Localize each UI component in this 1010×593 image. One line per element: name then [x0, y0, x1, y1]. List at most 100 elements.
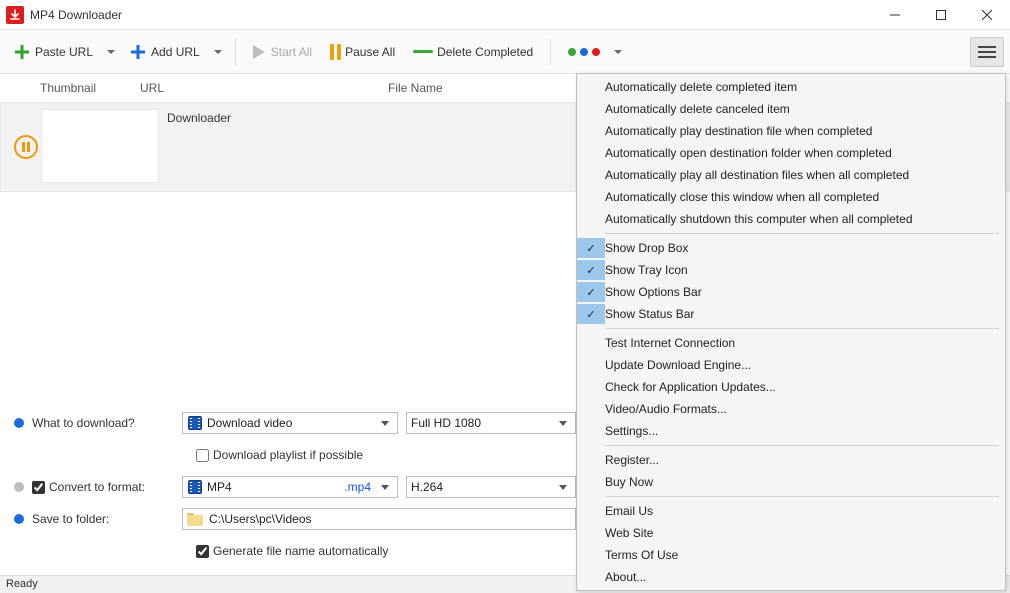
menu-item-label: Automatically open destination folder wh…: [605, 146, 892, 160]
bullet-icon: [14, 418, 24, 428]
save-path: C:\Users\pc\Videos: [209, 512, 312, 526]
menu-item-label: Show Tray Icon: [605, 263, 688, 277]
menu-item-label: Web Site: [605, 526, 653, 540]
menu-item[interactable]: Automatically open destination folder wh…: [577, 142, 1005, 164]
menu-item[interactable]: ✓ Show Drop Box: [577, 237, 1005, 259]
convert-label: Convert to format:: [49, 480, 145, 494]
quality-value: Full HD 1080: [411, 416, 555, 430]
paste-url-dropdown[interactable]: [104, 50, 118, 54]
quality-select[interactable]: Full HD 1080: [406, 412, 576, 434]
codec-select[interactable]: H.264: [406, 476, 576, 498]
menu-separator: [605, 496, 999, 497]
playlist-checkbox-input[interactable]: [196, 449, 209, 462]
check-icon: ✓: [586, 264, 595, 277]
menu-item-label: Test Internet Connection: [605, 336, 735, 350]
start-all-button[interactable]: Start All: [246, 37, 319, 67]
paste-url-label: Paste URL: [35, 45, 93, 59]
playlist-checkbox[interactable]: Download playlist if possible: [196, 448, 363, 462]
playlist-label: Download playlist if possible: [213, 448, 363, 462]
menu-item-label: Automatically close this window when all…: [605, 190, 879, 204]
menu-item[interactable]: ✓Show Options Bar: [577, 281, 1005, 303]
status-text: Ready: [6, 578, 38, 590]
save-to-label: Save to folder:: [32, 512, 182, 526]
start-all-label: Start All: [271, 45, 312, 59]
menu-item[interactable]: Update Download Engine...: [577, 354, 1005, 376]
menu-item[interactable]: ✓ Show Status Bar: [577, 303, 1005, 325]
menu-item[interactable]: Automatically play all destination files…: [577, 164, 1005, 186]
row-state: [11, 109, 41, 185]
autoname-label: Generate file name automatically: [213, 544, 388, 558]
delete-completed-button[interactable]: Delete Completed: [406, 37, 540, 67]
menu-item-label: Show Status Bar: [605, 307, 694, 321]
autoname-checkbox-input[interactable]: [196, 545, 209, 558]
menu-item[interactable]: Automatically close this window when all…: [577, 186, 1005, 208]
menu-item-label: Register...: [605, 453, 659, 467]
app-title: MP4 Downloader: [30, 8, 122, 22]
what-value: Download video: [207, 416, 377, 430]
menu-item[interactable]: Check for Application Updates...: [577, 376, 1005, 398]
header-thumbnail[interactable]: Thumbnail: [10, 81, 140, 95]
separator: [235, 39, 236, 65]
menu-item-label: Email Us: [605, 504, 653, 518]
menu-item-label: Automatically delete canceled item: [605, 102, 790, 116]
separator: [550, 39, 551, 65]
menu-item[interactable]: Terms Of Use: [577, 544, 1005, 566]
traffic-dots-icon: [568, 48, 600, 56]
format-value: MP4: [207, 480, 344, 494]
add-url-dropdown[interactable]: [211, 50, 225, 54]
minimize-button[interactable]: [872, 0, 918, 30]
menu-item[interactable]: Automatically play destination file when…: [577, 120, 1005, 142]
menu-separator: [605, 328, 999, 329]
convert-checkbox-input[interactable]: [32, 481, 45, 494]
paused-icon: [14, 135, 38, 159]
save-folder-field[interactable]: C:\Users\pc\Videos: [182, 508, 576, 530]
convert-checkbox[interactable]: Convert to format:: [32, 480, 145, 494]
what-to-download-select[interactable]: Download video: [182, 412, 398, 434]
line-icon: [413, 50, 433, 53]
plus-green-icon: [13, 43, 31, 61]
menu-item-label: Automatically play destination file when…: [605, 124, 872, 138]
menu-item[interactable]: Automatically delete completed item: [577, 76, 1005, 98]
hamburger-menu: Automatically delete completed item Autom…: [576, 73, 1006, 591]
toolbar: Paste URL Add URL Start All Pause All De…: [0, 30, 1010, 74]
dots-dropdown[interactable]: [611, 50, 625, 54]
menu-item[interactable]: Buy Now: [577, 471, 1005, 493]
folder-icon: [187, 512, 203, 526]
paste-url-button[interactable]: Paste URL: [6, 37, 100, 67]
maximize-button[interactable]: [918, 0, 964, 30]
menu-item-label: About...: [605, 570, 646, 584]
menu-item[interactable]: Video/Audio Formats...: [577, 398, 1005, 420]
dots-button[interactable]: [561, 37, 607, 67]
format-select[interactable]: MP4 .mp4: [182, 476, 398, 498]
titlebar: MP4 Downloader: [0, 0, 1010, 30]
menu-item-label: Automatically play all destination files…: [605, 168, 909, 182]
pause-icon: [330, 44, 341, 60]
menu-item[interactable]: Automatically shutdown this computer whe…: [577, 208, 1005, 230]
menu-item[interactable]: Web Site: [577, 522, 1005, 544]
menu-separator: [605, 445, 999, 446]
what-to-download-label: What to download?: [32, 416, 182, 430]
menu-item[interactable]: Email Us: [577, 500, 1005, 522]
hamburger-menu-button[interactable]: [970, 37, 1004, 67]
check-icon: ✓: [586, 308, 595, 321]
app-icon: [6, 6, 24, 24]
format-ext: .mp4: [344, 480, 371, 494]
menu-item[interactable]: Register...: [577, 449, 1005, 471]
menu-item[interactable]: Test Internet Connection: [577, 332, 1005, 354]
check-icon: ✓: [586, 242, 595, 255]
pause-all-button[interactable]: Pause All: [323, 37, 402, 67]
row-thumbnail: [41, 109, 159, 183]
menu-item[interactable]: About...: [577, 566, 1005, 588]
menu-item-label: Settings...: [605, 424, 658, 438]
autoname-checkbox[interactable]: Generate file name automatically: [196, 544, 388, 558]
menu-item[interactable]: Settings...: [577, 420, 1005, 442]
menu-item-label: Show Drop Box: [605, 241, 688, 255]
close-button[interactable]: [964, 0, 1010, 30]
plus-blue-icon: [129, 43, 147, 61]
menu-item[interactable]: ✓ Show Tray Icon: [577, 259, 1005, 281]
pause-all-label: Pause All: [345, 45, 395, 59]
header-url[interactable]: URL: [140, 81, 388, 95]
menu-item-label: Buy Now: [605, 475, 653, 489]
add-url-button[interactable]: Add URL: [122, 37, 207, 67]
menu-item[interactable]: Automatically delete canceled item: [577, 98, 1005, 120]
